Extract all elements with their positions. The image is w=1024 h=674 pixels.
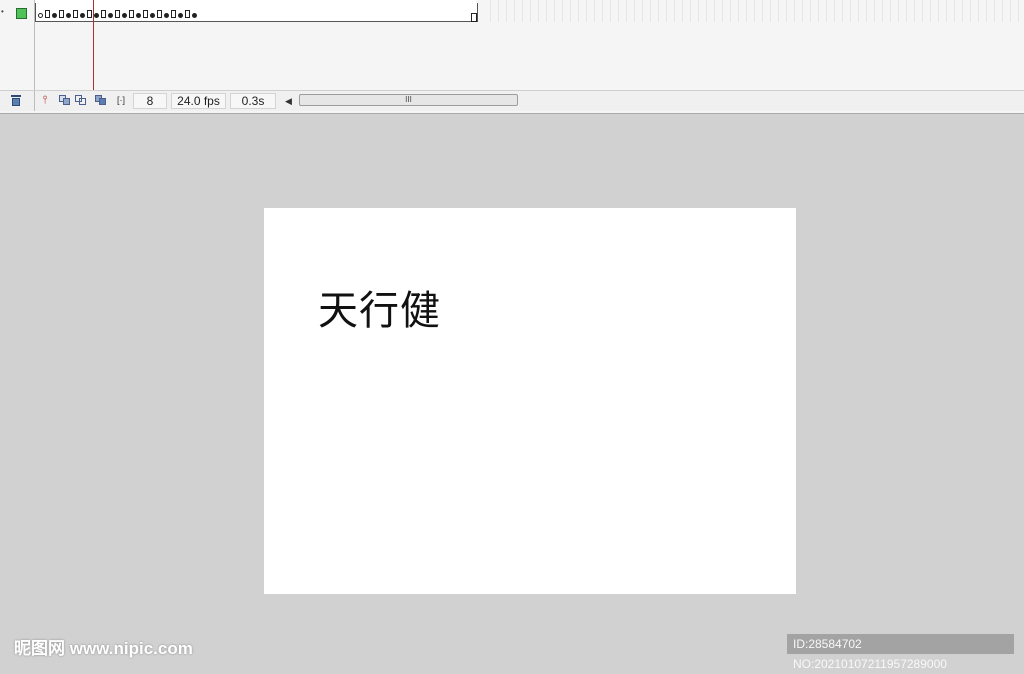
layer-visibility-dot-icon[interactable]: • bbox=[1, 8, 7, 16]
keyframe-full[interactable] bbox=[94, 13, 99, 18]
edit-multiple-frames-icon[interactable] bbox=[95, 95, 106, 105]
layer-outline-color-icon[interactable] bbox=[16, 8, 27, 19]
keyframe-full[interactable] bbox=[66, 13, 71, 18]
current-frame-field[interactable]: 8 bbox=[133, 93, 167, 109]
keyframe-full[interactable] bbox=[178, 13, 183, 18]
keyframe-end[interactable] bbox=[73, 10, 78, 18]
keyframe-end[interactable] bbox=[45, 10, 50, 18]
stage-text[interactable]: 天行健 bbox=[318, 278, 441, 336]
keyframe-full[interactable] bbox=[108, 13, 113, 18]
keyframe-full[interactable] bbox=[150, 13, 155, 18]
keyframe-empty[interactable] bbox=[38, 13, 43, 18]
elapsed-time-field: 0.3s bbox=[230, 93, 276, 109]
scroll-left-icon[interactable]: ◀ bbox=[285, 96, 292, 107]
keyframe-end[interactable] bbox=[59, 10, 64, 18]
divider bbox=[34, 91, 35, 111]
keyframe-full[interactable] bbox=[80, 13, 85, 18]
keyframe-end[interactable] bbox=[143, 10, 148, 18]
keyframe-end[interactable] bbox=[101, 10, 106, 18]
keyframe-full[interactable] bbox=[136, 13, 141, 18]
onion-skin-icon[interactable] bbox=[59, 95, 70, 105]
keyframe-end[interactable] bbox=[185, 10, 190, 18]
keyframe-full[interactable] bbox=[192, 13, 197, 18]
center-frame-icon[interactable]: ⫯ bbox=[39, 94, 51, 106]
layer-column: • bbox=[0, 0, 35, 90]
stage-canvas[interactable]: 天行健 bbox=[264, 208, 796, 594]
onion-skin-outlines-icon[interactable] bbox=[75, 95, 86, 105]
watermark-id: ID:28584702 NO:20210107211957289000 bbox=[787, 634, 1014, 671]
watermark-site: 昵图网 www.nipic.com bbox=[14, 639, 193, 658]
keyframe-end[interactable] bbox=[87, 10, 92, 18]
frame-rate-field[interactable]: 24.0 fps bbox=[171, 93, 226, 109]
keyframe-row bbox=[38, 9, 199, 19]
keyframe-end[interactable] bbox=[129, 10, 134, 18]
keyframe-full[interactable] bbox=[52, 13, 57, 18]
empty-frames-grid[interactable] bbox=[490, 0, 1024, 22]
span-end-marker bbox=[471, 13, 477, 22]
trash-icon[interactable] bbox=[10, 94, 22, 106]
keyframe-end[interactable] bbox=[157, 10, 162, 18]
keyframe-full[interactable] bbox=[122, 13, 127, 18]
timeline-panel: • ⫯ [·] 8 24.0 fps 0.3s ◀ III bbox=[0, 0, 1024, 114]
keyframe-end[interactable] bbox=[115, 10, 120, 18]
timeline-status-bar: ⫯ [·] 8 24.0 fps 0.3s ◀ III bbox=[0, 90, 1024, 111]
modify-onion-markers-icon[interactable]: [·] bbox=[115, 94, 127, 106]
keyframe-full[interactable] bbox=[164, 13, 169, 18]
frames-track[interactable] bbox=[35, 3, 478, 22]
horizontal-scrollbar[interactable]: III bbox=[299, 94, 518, 106]
keyframe-end[interactable] bbox=[171, 10, 176, 18]
